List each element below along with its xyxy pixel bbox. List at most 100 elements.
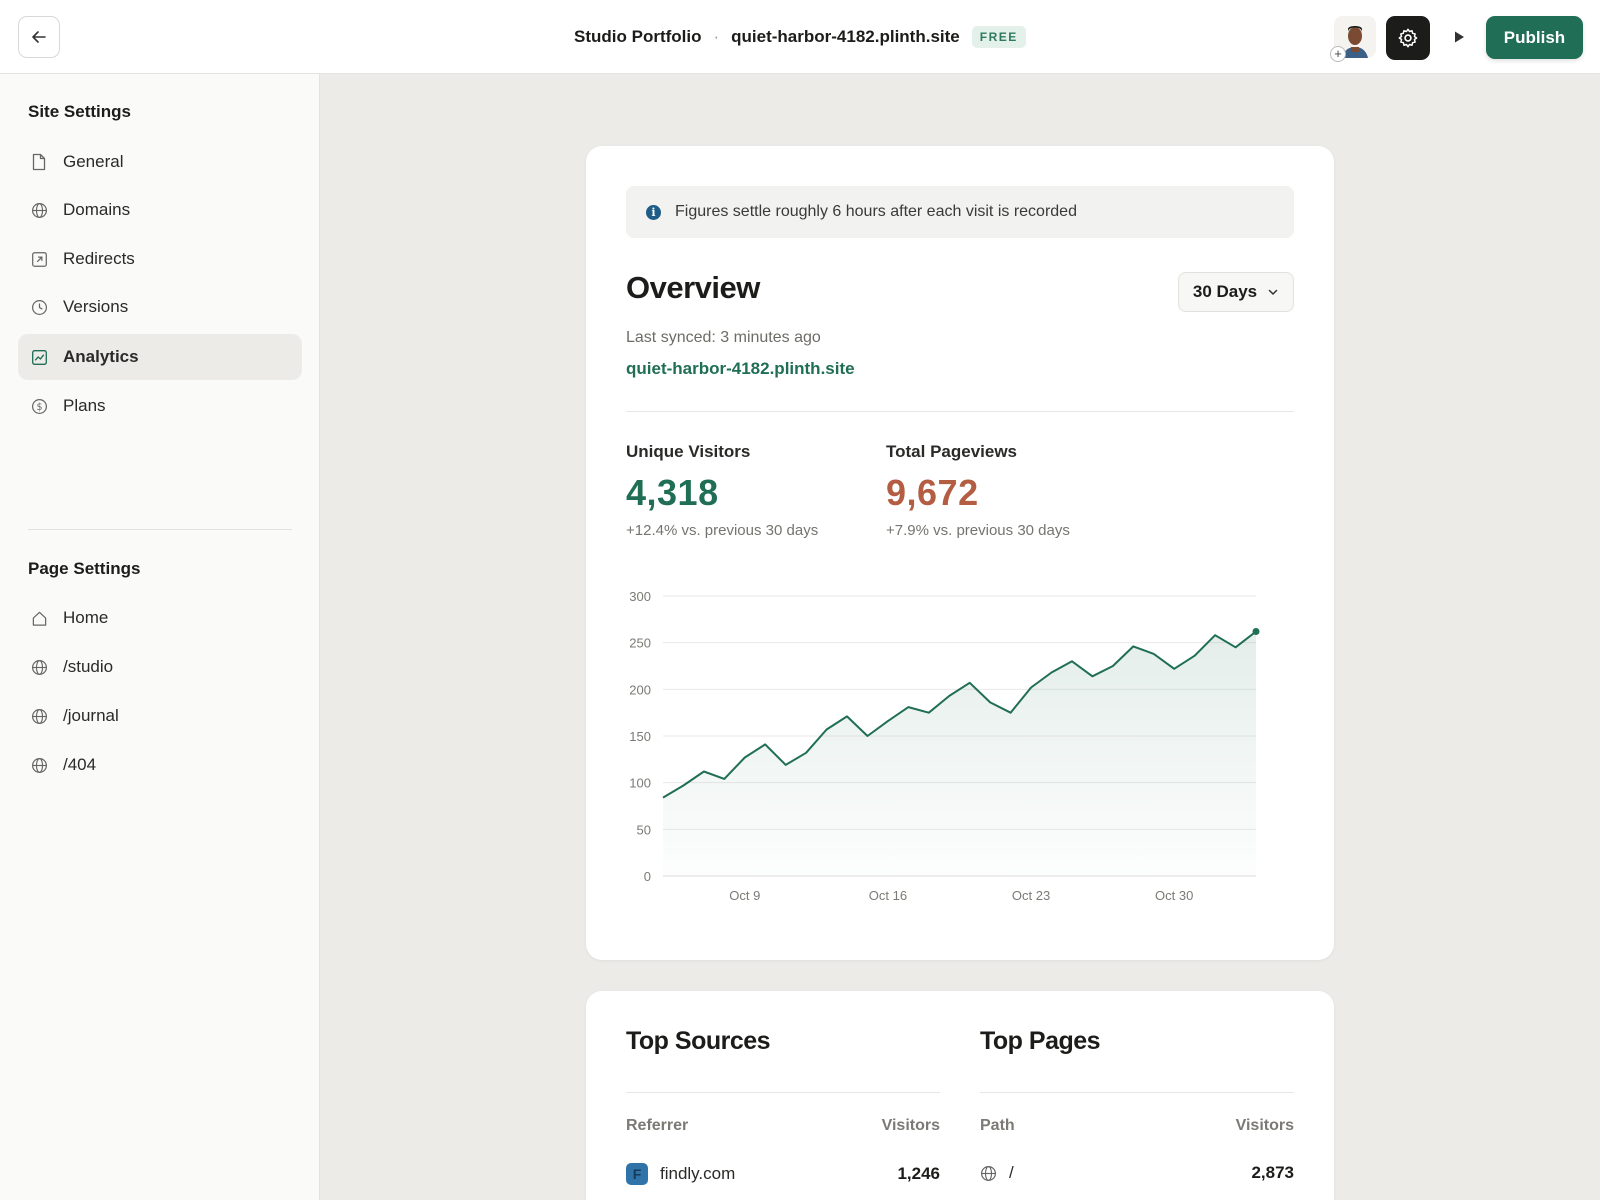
page-title: Overview <box>626 270 760 305</box>
y-tick-label: 250 <box>629 636 651 651</box>
site-settings-heading: Site Settings <box>28 102 131 121</box>
chart-icon <box>30 348 48 366</box>
visitors-column-header[interactable]: Visitors <box>882 1117 940 1135</box>
arrow-left-icon <box>32 31 46 43</box>
sidebar-item-journal[interactable]: /journal <box>18 693 302 739</box>
date-range-value: 30 Days <box>1192 282 1258 301</box>
card-divider <box>626 411 1294 412</box>
top-pages-title: Top Pages <box>980 1027 1101 1055</box>
visitor-count: 1,246 <box>897 1164 940 1183</box>
sidebar: Site Settings General Domains Redirects … <box>0 74 320 1200</box>
sidebar-item-plans[interactable]: $ Plans <box>18 383 302 429</box>
visitors-column-header[interactable]: Visitors <box>1236 1117 1294 1135</box>
document-icon <box>30 153 48 171</box>
unique-visitors-stat: Unique Visitors 4,318 +12.4% vs. previou… <box>626 442 818 539</box>
stat-delta: +7.9% vs. previous 30 days <box>886 522 1070 539</box>
page-path: / <box>1009 1163 1014 1182</box>
path-column-header[interactable]: Path <box>980 1117 1015 1135</box>
stat-value: 4,318 <box>626 472 719 513</box>
settings-button[interactable] <box>1386 16 1430 60</box>
home-icon <box>30 609 48 627</box>
site-title-group: Studio Portfolio · quiet-harbor-4182.pli… <box>574 24 1026 50</box>
globe-icon <box>30 756 48 774</box>
add-collaborator-button[interactable]: + <box>1330 46 1346 62</box>
back-button[interactable] <box>18 16 60 58</box>
publish-button[interactable]: Publish <box>1486 16 1583 59</box>
y-tick-label: 100 <box>629 776 651 791</box>
sidebar-item-label: Redirects <box>63 249 135 268</box>
section-divider <box>626 1092 940 1093</box>
top-sources-title: Top Sources <box>626 1027 771 1055</box>
y-tick-label: 200 <box>629 682 651 697</box>
visitors-chart: 0 50 100 150 200 250 300 Oct 9 Oct 16 Oct 23 Oct 3… <box>629 589 1260 903</box>
play-icon <box>1455 31 1464 43</box>
notice-text: Figures settle roughly 6 hours after eac… <box>675 203 1077 220</box>
x-tick-label: Oct 23 <box>1012 888 1050 903</box>
site-link[interactable]: quiet-harbor-4182.plinth.site <box>626 359 855 379</box>
favicon-icon: F <box>626 1163 648 1185</box>
row-lead: / <box>980 1163 1014 1183</box>
top-sources: Top Sources Referrer Visitors F findly.c… <box>626 1027 940 1185</box>
y-tick-label: 150 <box>629 729 651 744</box>
info-icon: i <box>646 204 661 220</box>
dollar-icon: $ <box>30 397 48 415</box>
globe-icon <box>980 1165 997 1181</box>
y-tick-label: 300 <box>629 589 651 604</box>
sidebar-item-label: /404 <box>63 755 97 774</box>
sidebar-item-label: /studio <box>63 657 114 676</box>
row-lead: F findly.com <box>626 1163 735 1185</box>
svg-text:$: $ <box>36 402 42 413</box>
section-divider <box>980 1092 1294 1093</box>
avatar[interactable]: + <box>1330 16 1376 62</box>
sidebar-item-label: General <box>63 152 124 171</box>
sidebar-item-analytics[interactable]: Analytics <box>18 334 302 380</box>
preview-button[interactable] <box>1448 26 1470 48</box>
table-header: Path Visitors <box>980 1117 1294 1135</box>
x-tick-label: Oct 30 <box>1155 888 1193 903</box>
date-range-select[interactable]: 30 Days <box>1178 272 1294 312</box>
y-tick-label: 50 <box>637 822 651 837</box>
x-tick-label: Oct 16 <box>869 888 907 903</box>
sidebar-item-label: Domains <box>63 200 131 219</box>
sidebar-item-label: Versions <box>63 297 129 316</box>
stat-label: Total Pageviews <box>886 442 1018 461</box>
page-settings-heading: Page Settings <box>28 559 141 578</box>
table-header: Referrer Visitors <box>626 1117 940 1135</box>
sidebar-item-home[interactable]: Home <box>18 595 302 641</box>
sidebar-item-domains[interactable]: Domains <box>18 187 302 233</box>
sidebar-item-404[interactable]: /404 <box>18 742 302 788</box>
sidebar-item-general[interactable]: General <box>18 139 302 185</box>
sidebar-item-label: /journal <box>63 706 119 725</box>
sidebar-item-label: Home <box>63 608 109 627</box>
top-pages: Top Pages Path Visitors / 2,873 <box>980 1027 1294 1183</box>
plan-badge: FREE <box>971 26 1026 48</box>
info-notice: i Figures settle roughly 6 hours after e… <box>626 186 1294 238</box>
sidebar-item-redirects[interactable]: Redirects <box>18 236 302 282</box>
table-row[interactable]: / 2,873 <box>980 1163 1294 1183</box>
sidebar-item-label: Plans <box>63 396 106 415</box>
redirect-icon <box>30 250 48 268</box>
referrer-column-header[interactable]: Referrer <box>626 1117 688 1135</box>
title-separator: · <box>713 27 720 46</box>
top-lists-card: Top Sources Referrer Visitors F findly.c… <box>586 991 1334 1200</box>
total-pageviews-stat: Total Pageviews 9,672 +7.9% vs. previous… <box>886 442 1070 539</box>
globe-icon <box>30 707 48 725</box>
gear-icon <box>1398 28 1418 48</box>
clock-icon <box>30 298 48 316</box>
y-tick-label: 0 <box>644 869 651 884</box>
globe-icon <box>30 201 48 219</box>
stat-label: Unique Visitors <box>626 442 751 461</box>
project-name: Studio Portfolio <box>574 27 702 46</box>
site-domain[interactable]: quiet-harbor-4182.plinth.site <box>731 27 960 47</box>
visitor-count: 2,873 <box>1251 1163 1294 1182</box>
top-bar: Studio Portfolio · quiet-harbor-4182.pli… <box>0 0 1600 74</box>
stat-value: 9,672 <box>886 472 979 513</box>
overview-card: i Figures settle roughly 6 hours after e… <box>586 146 1334 960</box>
sidebar-item-studio[interactable]: /studio <box>18 644 302 690</box>
sidebar-item-versions[interactable]: Versions <box>18 284 302 330</box>
table-row[interactable]: F findly.com 1,246 <box>626 1163 940 1185</box>
last-synced: Last synced: 3 minutes ago <box>626 329 821 346</box>
stat-delta: +12.4% vs. previous 30 days <box>626 522 819 539</box>
chevron-down-icon <box>1268 289 1278 296</box>
globe-icon <box>30 658 48 676</box>
